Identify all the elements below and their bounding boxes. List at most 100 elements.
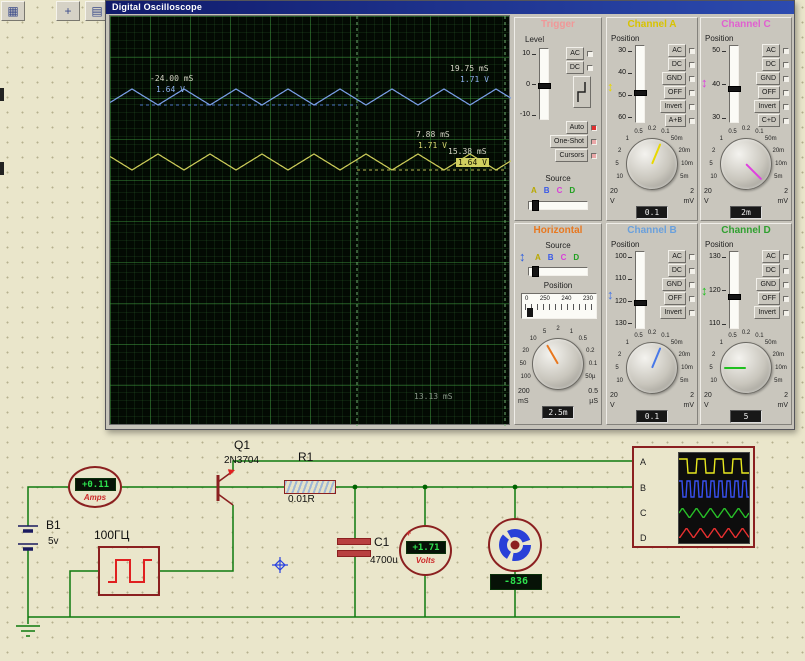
trigger-ac-indicator xyxy=(587,51,593,57)
horizontal-source-a[interactable]: A xyxy=(535,253,541,262)
horizontal-position-handle[interactable] xyxy=(527,308,533,317)
trigger-auto-button[interactable]: Auto xyxy=(566,121,588,134)
scope-pin-d[interactable]: D xyxy=(640,533,647,543)
trigger-level-handle[interactable] xyxy=(538,83,551,89)
knob-scale-0-2: 0.2 xyxy=(648,330,656,336)
channel-d-off-button[interactable]: OFF xyxy=(758,292,780,305)
pulse-source[interactable] xyxy=(98,546,160,596)
channel-a-position-slider[interactable]: 30405060 xyxy=(615,45,645,123)
capacitor-plate-bottom[interactable] xyxy=(337,550,371,557)
knob-scale-0-1: 0.1 xyxy=(661,129,669,135)
voltmeter[interactable]: + +1.71 Volts xyxy=(399,525,452,576)
channel-a-off-row: OFF xyxy=(651,87,695,98)
scope-screen[interactable]: -24.00 mS 1.64 V 19.75 mS 1.71 V 7.88 mS… xyxy=(109,15,510,425)
cursor2-volts-readout: 1.71 V xyxy=(460,75,489,84)
channel-b-position-arrow[interactable]: ↕ xyxy=(607,288,614,301)
horizontal-source-c[interactable]: C xyxy=(561,253,567,262)
timebase-knob[interactable] xyxy=(532,338,584,390)
trigger-source-d[interactable]: D xyxy=(569,186,575,195)
trigger-source-handle[interactable] xyxy=(532,200,539,211)
trigger-edge-button[interactable] xyxy=(573,76,591,108)
trigger-source-c[interactable]: C xyxy=(557,186,563,195)
channel-a-ac-button[interactable]: AC xyxy=(668,44,686,57)
scale-min: 2 xyxy=(784,188,788,195)
horizontal-source-b[interactable]: B xyxy=(548,253,554,262)
trigger-source-a[interactable]: A xyxy=(531,186,537,195)
channel-d-dc-button[interactable]: DC xyxy=(762,264,780,277)
scope-pin-b[interactable]: B xyxy=(640,483,646,493)
horizontal-source-handle[interactable] xyxy=(532,266,539,277)
channel-a-off-button[interactable]: OFF xyxy=(664,86,686,99)
cursor4-volts-readout: 1.64 V xyxy=(456,158,489,167)
horizontal-source-slider[interactable] xyxy=(528,267,588,276)
channel-d-position-slider[interactable]: 130120110 xyxy=(709,251,739,329)
horizontal-position-slider[interactable]: 0250240230 xyxy=(521,293,597,319)
channel-c-position-handle[interactable] xyxy=(728,86,741,92)
resistor-component[interactable] xyxy=(284,480,336,494)
channel-d-invert-button[interactable]: Invert xyxy=(754,306,780,319)
channel-b-ac-button[interactable]: AC xyxy=(668,250,686,263)
oscilloscope-component[interactable]: A B C D xyxy=(632,446,755,548)
channel-b-off-button[interactable]: OFF xyxy=(664,292,686,305)
add-icon[interactable]: + xyxy=(56,1,80,21)
trigger-level-slider[interactable]: 100-10 xyxy=(519,48,549,120)
horizontal-source-arrow[interactable]: ↕ xyxy=(519,250,526,263)
channel-d-position-arrow[interactable]: ↕ xyxy=(701,284,708,297)
channel-d-gnd-button[interactable]: GND xyxy=(756,278,780,291)
horizontal-panel: Horizontal Source ↕ ABCD Position 025024… xyxy=(514,223,602,425)
position-label: Position xyxy=(611,240,639,249)
channel-b-title: Channel B xyxy=(607,224,697,237)
channel-a-knob[interactable] xyxy=(626,138,678,190)
channel-c-invert-button[interactable]: Invert xyxy=(754,100,780,113)
horizontal-source-d[interactable]: D xyxy=(573,253,579,262)
channel-b-position-handle[interactable] xyxy=(634,300,647,306)
channel-b-dc-button[interactable]: DC xyxy=(668,264,686,277)
channel-a-position-handle[interactable] xyxy=(634,90,647,96)
channel-c-position-slider[interactable]: 504030 xyxy=(709,45,739,123)
channel-c-gnd-button[interactable]: GND xyxy=(756,72,780,85)
channel-a-gnd-button[interactable]: GND xyxy=(662,72,686,85)
capacitor-plate-top[interactable] xyxy=(337,538,371,545)
channel-c-knob[interactable] xyxy=(720,138,772,190)
channel-d-ac-button[interactable]: AC xyxy=(762,250,780,263)
channel-c-off-button[interactable]: OFF xyxy=(758,86,780,99)
ammeter[interactable]: +0.11 Amps xyxy=(68,466,122,508)
channel-d-position-handle[interactable] xyxy=(728,294,741,300)
channel-c-dc-button[interactable]: DC xyxy=(762,58,780,71)
channel-c-ac-button[interactable]: AC xyxy=(762,44,780,57)
channel-a-scale-60: 60 xyxy=(615,114,633,121)
trigger-cursors-button[interactable]: Cursors xyxy=(555,149,588,162)
trigger-one-shot-button[interactable]: One-Shot xyxy=(550,135,588,148)
channel-b-knob[interactable] xyxy=(626,342,678,394)
knob-scale-0-5: 0.5 xyxy=(728,333,736,339)
window-titlebar[interactable]: Digital Oscilloscope xyxy=(106,1,794,14)
knob-scale-0-2: 0.2 xyxy=(742,126,750,132)
knob-scale-0-1: 0.1 xyxy=(661,333,669,339)
channel-b-gnd-button[interactable]: GND xyxy=(662,278,686,291)
trigger-ac-button[interactable]: AC xyxy=(566,47,584,60)
channel-c-gnd-indicator xyxy=(783,76,789,82)
knob-scale-0-5: 0.5 xyxy=(634,333,642,339)
knob-scale-0-2: 0.2 xyxy=(648,126,656,132)
position-label: Position xyxy=(611,34,639,43)
scope-pin-c[interactable]: C xyxy=(640,508,647,518)
channel-b-invert-button[interactable]: Invert xyxy=(660,306,686,319)
channel-d-title: Channel D xyxy=(701,224,791,237)
unit-right: mV xyxy=(684,198,695,205)
channel-c-position-arrow[interactable]: ↕ xyxy=(701,76,708,89)
channel-a-dc-button[interactable]: DC xyxy=(668,58,686,71)
trigger-source-slider[interactable] xyxy=(528,201,588,210)
scope-pin-a[interactable]: A xyxy=(640,457,646,467)
trigger-source-b[interactable]: B xyxy=(544,186,550,195)
mini-blue-trace xyxy=(679,481,749,497)
grid-icon[interactable]: ▦ xyxy=(1,1,25,21)
trigger-dc-button[interactable]: DC xyxy=(566,61,584,74)
trigger-title: Trigger xyxy=(515,18,601,31)
channel-d-knob[interactable] xyxy=(720,342,772,394)
channel-a-invert-button[interactable]: Invert xyxy=(660,100,686,113)
channel-c-invert-indicator xyxy=(783,104,789,110)
channel-a-position-arrow[interactable]: ↕ xyxy=(607,80,614,93)
motor[interactable] xyxy=(488,518,542,572)
knob-scale-10m: 10m xyxy=(775,365,787,371)
channel-b-position-slider[interactable]: 100110120130 xyxy=(615,251,645,329)
